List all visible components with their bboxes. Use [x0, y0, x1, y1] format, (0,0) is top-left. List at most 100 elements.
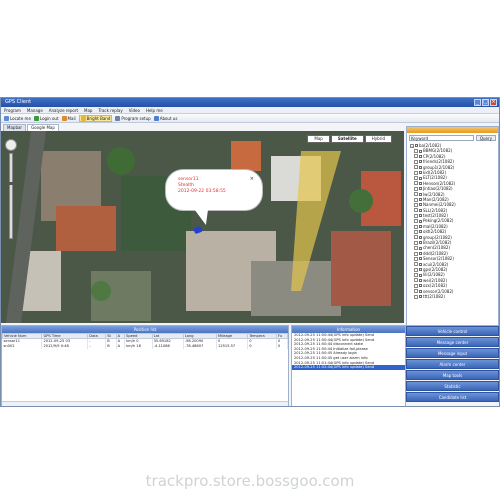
- checkbox[interactable]: [419, 262, 422, 266]
- checkbox[interactable]: [419, 192, 422, 196]
- checkbox[interactable]: [419, 295, 422, 299]
- tree-node[interactable]: ttt(2/1082): [410, 294, 498, 299]
- close-button[interactable]: ×: [490, 99, 497, 106]
- accordion-button[interactable]: Message center: [406, 337, 499, 347]
- checkbox[interactable]: [419, 219, 422, 223]
- map-type-button[interactable]: Hybrid: [364, 135, 392, 143]
- checkbox[interactable]: [419, 214, 422, 218]
- checkbox[interactable]: [419, 208, 422, 212]
- checkbox[interactable]: [419, 176, 422, 180]
- expand-icon[interactable]: [414, 159, 418, 164]
- checkbox[interactable]: [419, 246, 422, 250]
- toolbar-button[interactable]: Login out: [33, 115, 59, 121]
- checkbox[interactable]: [419, 235, 422, 239]
- checkbox[interactable]: [419, 171, 422, 175]
- expand-icon[interactable]: [414, 213, 418, 218]
- checkbox[interactable]: [415, 144, 418, 148]
- checkbox[interactable]: [419, 198, 422, 202]
- zoom-slider[interactable]: [8, 153, 14, 239]
- menu-item[interactable]: Program: [4, 107, 21, 113]
- expand-icon[interactable]: [414, 283, 418, 288]
- log-entry[interactable]: 2012-09-25 11:52:44(GPS info update) Sen…: [292, 365, 405, 370]
- checkbox[interactable]: [419, 257, 422, 261]
- expand-icon[interactable]: [414, 208, 418, 213]
- map-tab[interactable]: Mapbar: [3, 124, 27, 131]
- expand-icon[interactable]: [414, 165, 418, 170]
- table-row[interactable]: sn002 2012/9/9 0:48- B Akm/h 16 -4.11086 -78.…: [2, 343, 289, 349]
- map-type-button[interactable]: Satellite: [330, 135, 364, 143]
- pan-control[interactable]: [5, 139, 17, 151]
- minimize-button[interactable]: _: [474, 99, 481, 106]
- expand-icon[interactable]: [414, 229, 418, 234]
- expand-icon[interactable]: [414, 273, 418, 278]
- expand-icon[interactable]: [414, 240, 418, 245]
- toolbar-button[interactable]: Mail: [61, 115, 76, 121]
- checkbox[interactable]: [419, 154, 422, 158]
- checkbox[interactable]: [419, 273, 422, 277]
- expand-icon[interactable]: [414, 278, 418, 283]
- checkbox[interactable]: [419, 278, 422, 282]
- menu-item[interactable]: Map: [84, 107, 92, 113]
- menu-item[interactable]: Video: [129, 107, 140, 113]
- menu-item[interactable]: Track replay: [98, 107, 122, 113]
- checkbox[interactable]: [419, 289, 422, 293]
- popup-close-button[interactable]: ×: [250, 176, 254, 182]
- accordion-button[interactable]: Vehicle control: [406, 326, 499, 336]
- expand-icon[interactable]: [414, 224, 418, 229]
- toolbar-button[interactable]: Program setup: [115, 115, 151, 121]
- menu-item[interactable]: Manage: [27, 107, 43, 113]
- checkbox[interactable]: [419, 252, 422, 255]
- expand-icon[interactable]: [414, 246, 418, 251]
- vehicle-tree: − ba(2/1082) BBMG(2/1082) CP(2/1082) friends…: [407, 143, 498, 299]
- toolbar-button[interactable]: About us: [153, 115, 177, 121]
- checkbox[interactable]: [419, 187, 422, 191]
- checkbox[interactable]: [419, 160, 422, 164]
- checkbox[interactable]: [419, 230, 422, 234]
- checkbox[interactable]: [419, 268, 422, 272]
- keyword-select[interactable]: Keyword: [409, 135, 474, 141]
- expand-icon[interactable]: [414, 197, 418, 202]
- accordion-button[interactable]: Map tools: [406, 370, 499, 380]
- expand-icon[interactable]: [414, 149, 418, 154]
- checkbox[interactable]: [419, 181, 422, 185]
- expand-icon[interactable]: [414, 192, 418, 197]
- toolbar-button[interactable]: Locate me: [4, 115, 31, 121]
- expand-icon[interactable]: [414, 186, 418, 191]
- expand-icon[interactable]: [414, 289, 418, 294]
- expand-icon[interactable]: [414, 251, 418, 256]
- expand-icon[interactable]: [414, 202, 418, 207]
- horizontal-scrollbar[interactable]: [2, 401, 288, 406]
- expand-icon[interactable]: −: [410, 143, 414, 148]
- zoom-knob[interactable]: [8, 182, 14, 185]
- expand-icon[interactable]: [414, 176, 418, 181]
- expand-icon[interactable]: [414, 154, 418, 159]
- expand-icon[interactable]: [414, 170, 418, 175]
- expand-icon[interactable]: [414, 181, 418, 186]
- expand-icon[interactable]: [414, 294, 418, 299]
- table-cell: km/h 16: [124, 343, 153, 349]
- checkbox[interactable]: [419, 241, 422, 245]
- accordion-button[interactable]: Statistic: [406, 381, 499, 391]
- expand-icon[interactable]: [414, 235, 418, 240]
- map-type-button[interactable]: Map: [307, 135, 330, 143]
- expand-icon[interactable]: [414, 267, 418, 272]
- checkbox[interactable]: [419, 225, 422, 229]
- checkbox[interactable]: [419, 284, 422, 288]
- accordion-button[interactable]: Message input: [406, 348, 499, 358]
- toolbar-button[interactable]: Bright Band: [78, 114, 113, 122]
- table-cell: B: [105, 343, 117, 349]
- map-tab[interactable]: Google Map: [27, 124, 59, 131]
- checkbox[interactable]: [419, 149, 422, 153]
- maximize-button[interactable]: □: [482, 99, 489, 106]
- accordion-button[interactable]: Alarm center: [406, 359, 499, 369]
- accordion-button[interactable]: Candidate list: [406, 392, 499, 402]
- checkbox[interactable]: [419, 165, 422, 169]
- checkbox[interactable]: [419, 203, 422, 207]
- expand-icon[interactable]: [414, 262, 418, 267]
- query-button[interactable]: Query: [475, 135, 496, 141]
- menu-item[interactable]: Help me: [146, 107, 163, 113]
- expand-icon[interactable]: [414, 219, 418, 224]
- satellite-map[interactable]: Map Satellite Hybrid sensor11 Stealth 2012…: [1, 131, 404, 323]
- menu-item[interactable]: Analyze report: [49, 107, 78, 113]
- expand-icon[interactable]: [414, 256, 418, 261]
